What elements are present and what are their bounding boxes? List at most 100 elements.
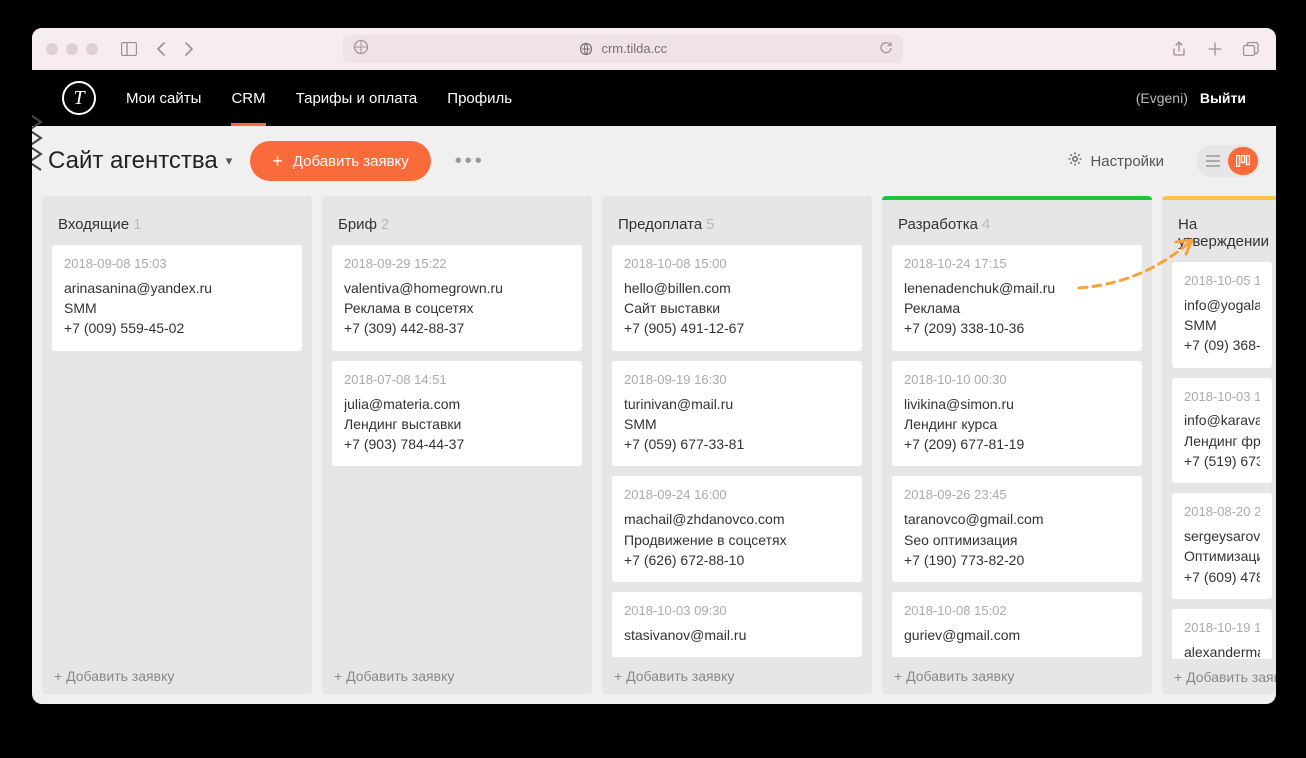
column-cards: 2018-10-05 10:10info@yogalandSMM+7 (09) … (1162, 262, 1276, 659)
card-service: Оптимизация (1184, 546, 1260, 566)
board-title-dropdown[interactable]: Сайт агентства ▾ (48, 147, 232, 175)
column-header[interactable]: На утверждении (1162, 200, 1276, 262)
zoom-dot[interactable] (86, 43, 98, 55)
card-service: Лендинг курса (904, 414, 1130, 434)
card-phone: +7 (209) 338-10-36 (904, 318, 1130, 338)
column-add-button[interactable]: Добавить заявку (322, 658, 592, 694)
close-dot[interactable] (46, 43, 58, 55)
column-header[interactable]: Входящие1 (42, 200, 312, 245)
card-date: 2018-09-29 15:22 (344, 255, 570, 274)
shield-icon (353, 39, 369, 58)
back-icon[interactable] (150, 38, 172, 60)
new-tab-icon[interactable] (1204, 38, 1226, 60)
url-bar[interactable]: crm.tilda.cc (343, 35, 903, 63)
view-toggle (1196, 145, 1260, 177)
lead-card[interactable]: 2018-09-24 16:00machail@zhdanovco.comПро… (612, 476, 862, 582)
url-text: crm.tilda.cc (601, 41, 667, 56)
chevron-down-icon: ▾ (226, 153, 233, 169)
card-service: Лендинг выставки (344, 414, 570, 434)
nav-item[interactable]: CRM (231, 70, 265, 126)
card-service: SMM (64, 298, 290, 318)
nav-item[interactable]: Профиль (447, 70, 512, 126)
lock-icon (579, 42, 593, 56)
column-count: 1 (133, 216, 141, 233)
board-title-text: Сайт агентства (48, 147, 218, 175)
lead-card[interactable]: 2018-10-05 10:10info@yogalandSMM+7 (09) … (1172, 262, 1272, 368)
card-date: 2018-10-03 16:30 (1184, 388, 1260, 407)
list-view-button[interactable] (1198, 147, 1228, 175)
kanban-column: Разработка42018-10-24 17:15lenenadenchuk… (882, 196, 1152, 694)
card-date: 2018-09-19 16:30 (624, 371, 850, 390)
column-add-button[interactable]: Добавить заявку (882, 658, 1152, 694)
card-email: valentiva@homegrown.ru (344, 278, 570, 298)
app-nav: T Мои сайты CRM Тарифы и оплата Профиль (Ev… (32, 70, 1276, 126)
card-date: 2018-07-08 14:51 (344, 371, 570, 390)
settings-label: Настройки (1090, 153, 1164, 170)
column-header[interactable]: Бриф2 (322, 200, 592, 245)
lead-card[interactable]: 2018-10-08 15:00hello@billen.comСайт выс… (612, 245, 862, 351)
lead-card[interactable]: 2018-09-19 16:30turinivan@mail.ruSMM+7 (… (612, 361, 862, 467)
tabs-icon[interactable] (1240, 38, 1262, 60)
refresh-icon[interactable] (879, 40, 893, 57)
more-icon[interactable]: ••• (449, 146, 491, 177)
column-add-button[interactable]: Добавить заявку (602, 658, 872, 694)
nav-item[interactable]: Мои сайты (126, 70, 201, 126)
lead-card[interactable]: 2018-10-19 16:30alexandermalin (1172, 609, 1272, 659)
traffic-lights (46, 43, 98, 55)
nav-item[interactable]: Тарифы и оплата (296, 70, 418, 126)
card-service: SMM (1184, 315, 1260, 335)
share-icon[interactable] (1168, 38, 1190, 60)
card-email: machail@zhdanovco.com (624, 509, 850, 529)
forward-icon[interactable] (178, 38, 200, 60)
user-name: (Evgeni) (1136, 90, 1188, 106)
column-header[interactable]: Разработка4 (882, 200, 1152, 245)
lead-card[interactable]: 2018-10-08 15:02 guriev@gmail.com (892, 592, 1142, 657)
card-phone: +7 (519) 673- (1184, 451, 1260, 471)
minimize-dot[interactable] (66, 43, 78, 55)
tilda-logo[interactable]: T (62, 81, 96, 115)
card-service: Реклама в соцсетях (344, 298, 570, 318)
lead-card[interactable]: 2018-09-08 15:03arinasanina@yandex.ruSMM… (52, 245, 302, 351)
lead-card[interactable]: 2018-10-03 16:30info@karavai.ruЛендинг ф… (1172, 378, 1272, 484)
card-email: info@karavai.ru (1184, 410, 1260, 430)
card-email: turinivan@mail.ru (624, 394, 850, 414)
card-phone: +7 (009) 559-45-02 (64, 318, 290, 338)
card-phone: +7 (309) 442-88-37 (344, 318, 570, 338)
lead-card[interactable]: 2018-09-26 23:45taranovco@gmail.comSeo о… (892, 476, 1142, 582)
kanban-view-button[interactable] (1228, 147, 1258, 175)
plus-icon: + (272, 152, 283, 170)
sidebar-icon[interactable] (118, 38, 140, 60)
column-count: 2 (381, 216, 389, 233)
card-email: stasivanov@mail.ru (624, 625, 850, 645)
lead-card[interactable]: 2018-10-03 09:30stasivanov@mail.ru (612, 592, 862, 657)
card-date: 2018-10-08 15:02 (904, 602, 1130, 621)
card-date: 2018-10-10 00:30 (904, 371, 1130, 390)
lead-card[interactable]: 2018-10-10 00:30 livikina@simon.ruЛендинг… (892, 361, 1142, 467)
column-cards: 2018-09-08 15:03arinasanina@yandex.ruSMM… (42, 245, 312, 658)
lead-card[interactable]: 2018-10-24 17:15lenenadenchuk@mail.ruРек… (892, 245, 1142, 351)
column-cards: 2018-10-08 15:00hello@billen.comСайт выс… (602, 245, 872, 658)
card-email: sergeysarov@ya (1184, 526, 1260, 546)
card-date: 2018-10-08 15:00 (624, 255, 850, 274)
browser-chrome: crm.tilda.cc (32, 28, 1276, 70)
card-email: guriev@gmail.com (904, 625, 1130, 645)
lead-card[interactable]: 2018-07-08 14:51 julia@materia.comЛендинг… (332, 361, 582, 467)
lead-card[interactable]: 2018-09-29 15:22 valentiva@homegrown.ruРе… (332, 245, 582, 351)
logout-link[interactable]: Выйти (1200, 90, 1246, 106)
card-email: julia@materia.com (344, 394, 570, 414)
card-email: livikina@simon.ru (904, 394, 1130, 414)
lead-card[interactable]: 2018-08-20 22:45sergeysarov@yaОптимизаци… (1172, 493, 1272, 599)
board-toolbar: Сайт агентства ▾ + Добавить заявку ••• Н… (32, 126, 1276, 196)
card-email: alexandermalin (1184, 642, 1260, 659)
column-add-button[interactable]: Добавить заявку (1162, 659, 1276, 694)
card-phone: +7 (09) 368- (1184, 335, 1260, 355)
card-service: Продвижение в соцсетях (624, 530, 850, 550)
column-add-button[interactable]: Добавить заявку (42, 658, 312, 694)
card-phone: +7 (059) 677-33-81 (624, 434, 850, 454)
add-lead-button[interactable]: + Добавить заявку (250, 141, 431, 181)
column-header[interactable]: Предоплата5 (602, 200, 872, 245)
column-title: Предоплата (618, 216, 702, 233)
column-count: 5 (706, 216, 714, 233)
card-phone: +7 (626) 672-88-10 (624, 550, 850, 570)
settings-link[interactable]: Настройки (1068, 152, 1164, 170)
